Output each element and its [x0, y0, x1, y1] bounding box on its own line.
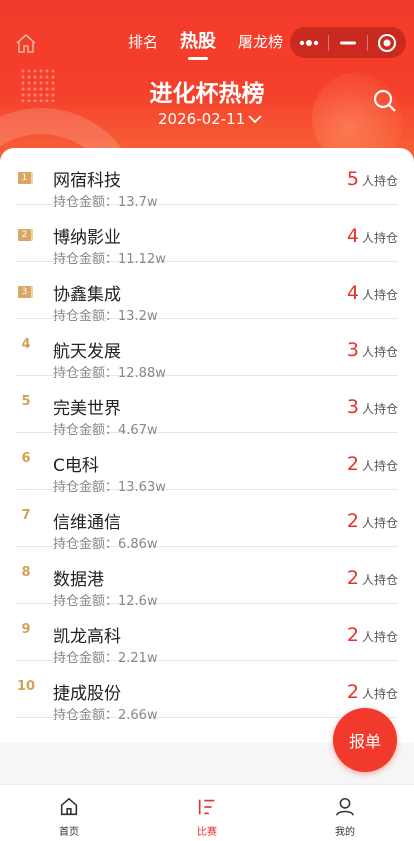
holder-count: 2 人持仓 [347, 567, 398, 589]
holder-count: 5 人持仓 [347, 168, 398, 190]
hot-stock-list: 1 网宿科技 持仓金额：13.7w 5 人持仓 2 博纳影业 持仓金额：11.12w 4 人持仓 3… [0, 148, 414, 723]
stock-name: 信维通信 [53, 513, 121, 533]
holder-count-unit: 人持仓 [361, 573, 398, 587]
more-icon [299, 39, 319, 46]
rank-medal: 3 [18, 286, 31, 298]
holder-count: 2 人持仓 [347, 624, 398, 646]
rank-medal: 2 [18, 229, 31, 241]
holder-count-value: 3 [346, 396, 359, 418]
stock-name: 协鑫集成 [53, 285, 121, 305]
holder-count: 3 人持仓 [347, 396, 398, 418]
search-button[interactable] [372, 88, 398, 114]
submit-order-button[interactable]: 报单 [333, 708, 397, 772]
list-item[interactable]: 8 数据港 持仓金额：12.6w 2 人持仓 [16, 547, 398, 609]
nav-competition-label: 比赛 [197, 827, 217, 838]
holder-count-unit: 人持仓 [361, 174, 398, 188]
holder-count-unit: 人持仓 [361, 288, 398, 302]
holder-count-unit: 人持仓 [361, 516, 398, 530]
list-item[interactable]: 1 网宿科技 持仓金额：13.7w 5 人持仓 [16, 148, 398, 210]
stock-name: 网宿科技 [53, 171, 121, 191]
holder-count-value: 2 [346, 681, 359, 703]
nav-home-label: 首页 [59, 827, 79, 838]
list-item[interactable]: 2 博纳影业 持仓金额：11.12w 4 人持仓 [16, 205, 398, 267]
list-item[interactable]: 10 捷成股份持仓金额：2.66w 2 人持仓 [16, 661, 398, 723]
holder-count: 4 人持仓 [347, 225, 398, 247]
holder-count: 4 人持仓 [347, 282, 398, 304]
bottom-nav: 首页 比赛 我的 [0, 784, 414, 841]
list-item[interactable]: 4 航天发展 持仓金额：12.88w 3 人持仓 [16, 319, 398, 381]
list-item[interactable]: 9 凯龙高科 持仓金额：2.21w 2 人持仓 [16, 604, 398, 666]
stock-name: 数据港 [53, 570, 104, 590]
nav-mine[interactable]: 我的 [276, 785, 414, 841]
stock-name: 捷成股份 [53, 684, 121, 704]
minimize-icon [340, 41, 356, 44]
more-button[interactable] [290, 27, 328, 58]
stock-name: 完美世界 [53, 399, 121, 419]
stock-name: 航天发展 [53, 342, 121, 362]
rank-number: 4 [21, 337, 31, 352]
holder-count: 2 人持仓 [347, 510, 398, 532]
holder-count-value: 5 [346, 168, 359, 190]
tab-hot-stocks[interactable]: 热股 [180, 30, 216, 54]
list-item[interactable]: 3 协鑫集成 持仓金额：13.2w 4 人持仓 [16, 262, 398, 324]
rank-number: 9 [21, 622, 31, 637]
home-button[interactable] [14, 32, 38, 56]
holder-count-value: 2 [346, 624, 359, 646]
holder-count-unit: 人持仓 [361, 402, 398, 416]
holder-count-unit: 人持仓 [361, 630, 398, 644]
rank-number: 6 [21, 451, 31, 466]
nav-competition[interactable]: 比赛 [138, 785, 276, 841]
user-icon [335, 797, 355, 816]
stock-name: C电科 [53, 456, 99, 476]
holder-count-unit: 人持仓 [361, 345, 398, 359]
nav-home[interactable]: 首页 [0, 785, 138, 841]
holder-count-value: 2 [346, 510, 359, 532]
date-value: 2026-02-11 [158, 110, 246, 128]
holding-amount: 持仓金额：2.66w [53, 708, 158, 723]
rank-number: 7 [21, 508, 31, 523]
tab-dragon-list[interactable]: 屠龙榜 [238, 30, 283, 54]
home-icon [60, 797, 78, 816]
list-item[interactable]: 5 完美世界 持仓金额：4.67w 3 人持仓 [16, 376, 398, 438]
rank-number: 10 [16, 679, 36, 694]
top-tabs: 排名 热股 屠龙榜 [128, 30, 305, 60]
search-icon [373, 89, 396, 112]
holder-count: 2 人持仓 [347, 681, 398, 703]
hot-stock-list-card: 1 网宿科技 持仓金额：13.7w 5 人持仓 2 博纳影业 持仓金额：11.12w 4 人持仓 3… [0, 148, 414, 743]
holder-count-value: 2 [346, 567, 359, 589]
holder-count-value: 3 [346, 339, 359, 361]
list-icon [198, 799, 215, 815]
stock-name: 博纳影业 [53, 228, 121, 248]
close-button[interactable] [368, 27, 406, 58]
stock-name: 凯龙高科 [53, 627, 121, 647]
header: 排名 热股 屠龙榜 进化杯热榜 2026-02-11 [0, 0, 414, 170]
nav-mine-label: 我的 [335, 827, 355, 838]
home-icon [16, 33, 36, 53]
holder-count-unit: 人持仓 [361, 459, 398, 473]
holder-count: 3 人持仓 [347, 339, 398, 361]
list-item[interactable]: 6 C电科 持仓金额：13.63w 2 人持仓 [16, 433, 398, 495]
holder-count-value: 2 [346, 453, 359, 475]
date-selector[interactable]: 2026-02-11 [158, 110, 263, 128]
tab-ranking[interactable]: 排名 [128, 30, 158, 54]
holder-count-value: 4 [346, 225, 359, 247]
chevron-down-icon [248, 115, 262, 124]
list-item[interactable]: 7 信维通信 持仓金额：6.86w 2 人持仓 [16, 490, 398, 552]
miniprogram-capsule [290, 27, 406, 58]
rank-number: 8 [21, 565, 31, 580]
holder-count-unit: 人持仓 [361, 231, 398, 245]
holder-count: 2 人持仓 [347, 453, 398, 475]
holder-count-unit: 人持仓 [361, 687, 398, 701]
submit-order-label: 报单 [348, 732, 381, 751]
minimize-button[interactable] [329, 27, 367, 58]
page-title: 进化杯热榜 [149, 81, 265, 107]
close-target-icon [378, 33, 396, 52]
rank-medal: 1 [18, 172, 31, 184]
rank-number: 5 [21, 394, 31, 409]
holder-count-value: 4 [346, 282, 359, 304]
